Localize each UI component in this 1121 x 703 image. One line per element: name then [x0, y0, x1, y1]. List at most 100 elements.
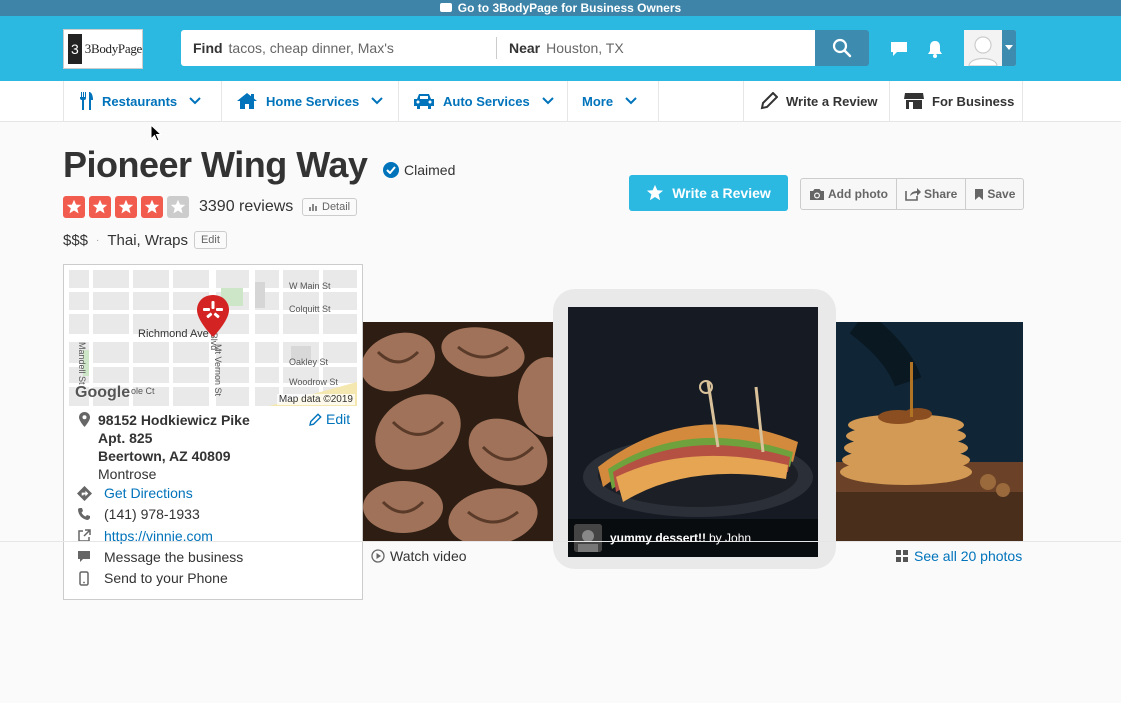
watch-video-link[interactable]: Watch video — [371, 548, 467, 564]
get-directions-link[interactable]: Get Directions — [104, 485, 193, 501]
watch-video-label: Watch video — [390, 548, 467, 564]
storefront-icon — [904, 93, 924, 109]
find-field[interactable]: Find tacos, cheap dinner, Max's — [181, 37, 497, 59]
see-all-photos-link[interactable]: See all 20 photos — [896, 548, 1022, 564]
send-to-phone-row[interactable]: Send to your Phone — [76, 570, 228, 586]
share-label: Share — [923, 187, 958, 201]
business-name: Pioneer Wing Way — [63, 144, 368, 185]
search-bar: Find tacos, cheap dinner, Max's Near Hou… — [181, 30, 815, 66]
mouse-cursor-icon — [150, 124, 162, 142]
avatar — [964, 30, 1002, 66]
user-thumbnail — [574, 524, 602, 552]
house-icon — [237, 93, 257, 109]
search-icon — [832, 38, 852, 58]
star-icon — [647, 184, 664, 201]
street-label: Woodrow St — [289, 377, 338, 387]
near-label: Near — [509, 40, 541, 56]
utensils-icon — [80, 92, 93, 110]
chevron-down-icon — [625, 97, 637, 105]
pencil-icon — [760, 92, 778, 110]
share-icon — [905, 188, 921, 201]
address-line: Apt. 825 — [98, 430, 153, 446]
review-count[interactable]: 3390 reviews — [199, 198, 293, 216]
nav-restaurants[interactable]: Restaurants — [63, 81, 221, 121]
star-empty-icon — [167, 196, 189, 218]
user-menu[interactable] — [964, 30, 1016, 66]
near-field[interactable]: Near Houston, TX — [497, 30, 624, 66]
star-rating — [63, 196, 193, 218]
address-line: 98152 Hodkiewicz Pike — [98, 412, 250, 428]
logo-text: 3BodyPage — [84, 41, 143, 56]
edit-info-link[interactable]: Edit — [309, 411, 350, 427]
find-label: Find — [193, 40, 223, 56]
add-photo-button[interactable]: Add photo — [801, 179, 897, 209]
nav-write-review[interactable]: Write a Review — [743, 81, 889, 121]
categories[interactable]: Thai, Wraps — [107, 232, 188, 249]
car-icon — [414, 94, 434, 109]
pastry-photo-image — [363, 322, 568, 541]
section-divider — [0, 541, 1121, 542]
star-filled-icon — [115, 196, 137, 218]
bar-chart-icon — [309, 204, 317, 211]
chevron-down-icon — [371, 97, 383, 105]
price-range: $$$ — [63, 231, 89, 249]
photo-pancakes[interactable] — [818, 322, 1023, 541]
price-category-row: $$$ · Thai, Wraps Edit — [63, 231, 227, 249]
claimed-badge: Claimed — [383, 162, 455, 178]
user-menu-dropdown[interactable] — [1002, 30, 1016, 66]
share-button[interactable]: Share — [897, 179, 967, 209]
phone-row: (141) 978-1933 — [76, 506, 200, 522]
photo-caption[interactable]: yummy dessert!! by John — [568, 519, 818, 557]
logo-mark: 3 — [68, 34, 82, 64]
briefcase-icon — [439, 2, 452, 12]
near-input[interactable]: Houston, TX — [546, 40, 624, 56]
write-review-label: Write a Review — [672, 185, 771, 201]
location-map[interactable]: W Main St Colquitt St Richmond Ave Oakle… — [69, 270, 357, 406]
nav-home-services[interactable]: Home Services — [221, 81, 398, 121]
nav-auto-services[interactable]: Auto Services — [398, 81, 567, 121]
notifications-button[interactable] — [924, 38, 946, 60]
search-button[interactable] — [815, 30, 869, 66]
send-to-phone-link[interactable]: Send to your Phone — [104, 570, 228, 586]
default-user-icon — [968, 36, 998, 66]
write-review-button[interactable]: Write a Review — [629, 175, 788, 211]
chevron-down-icon — [189, 97, 201, 105]
edit-categories-button[interactable]: Edit — [193, 231, 227, 249]
location-info-box: W Main St Colquitt St Richmond Ave Oakle… — [63, 264, 363, 600]
map-pin-icon[interactable] — [196, 294, 230, 338]
action-button-group: Add photo Share Save — [800, 178, 1025, 210]
nav-auto-services-label: Auto Services — [443, 93, 530, 109]
rating-detail-button[interactable]: Detail — [302, 198, 358, 216]
message-row[interactable]: Message the business — [76, 549, 243, 565]
google-logo: Google — [75, 384, 131, 401]
business-owner-banner[interactable]: Go to 3BodyPage for Business Owners — [0, 0, 1121, 16]
claimed-label: Claimed — [404, 162, 456, 178]
grid-icon — [896, 550, 908, 562]
address-line: Beertown, AZ 40809 — [98, 448, 231, 464]
message-business-link[interactable]: Message the business — [104, 549, 243, 565]
street-label: Mandell St — [77, 342, 87, 385]
nav-home-services-label: Home Services — [266, 93, 360, 109]
star-filled-icon — [89, 196, 111, 218]
street-label: Mt Vernon St — [213, 344, 223, 397]
directions-row[interactable]: Get Directions — [76, 485, 193, 501]
messages-button[interactable] — [888, 38, 910, 60]
find-input[interactable]: tacos, cheap dinner, Max's — [229, 40, 394, 56]
play-circle-icon — [371, 549, 385, 563]
detail-label: Detail — [322, 201, 351, 213]
photo-pastries[interactable] — [363, 322, 568, 541]
category-nav: Restaurants Home Services Auto Services … — [0, 81, 1121, 122]
star-filled-icon — [141, 196, 163, 218]
photo-featured-sandwich[interactable]: yummy dessert!! by John — [568, 307, 818, 557]
nav-more[interactable]: More — [567, 81, 659, 121]
site-header: 3 3BodyPage Find tacos, cheap dinner, Ma… — [0, 16, 1121, 81]
nav-for-business[interactable]: For Business — [889, 81, 1023, 121]
site-logo[interactable]: 3 3BodyPage — [63, 29, 143, 69]
see-all-photos-label: See all 20 photos — [914, 548, 1023, 564]
save-label: Save — [987, 187, 1016, 201]
message-icon — [78, 551, 90, 562]
caption-author: by John — [709, 531, 752, 545]
camera-icon — [810, 188, 824, 200]
street-label: Oakley St — [289, 357, 329, 367]
save-button[interactable]: Save — [966, 179, 1023, 209]
